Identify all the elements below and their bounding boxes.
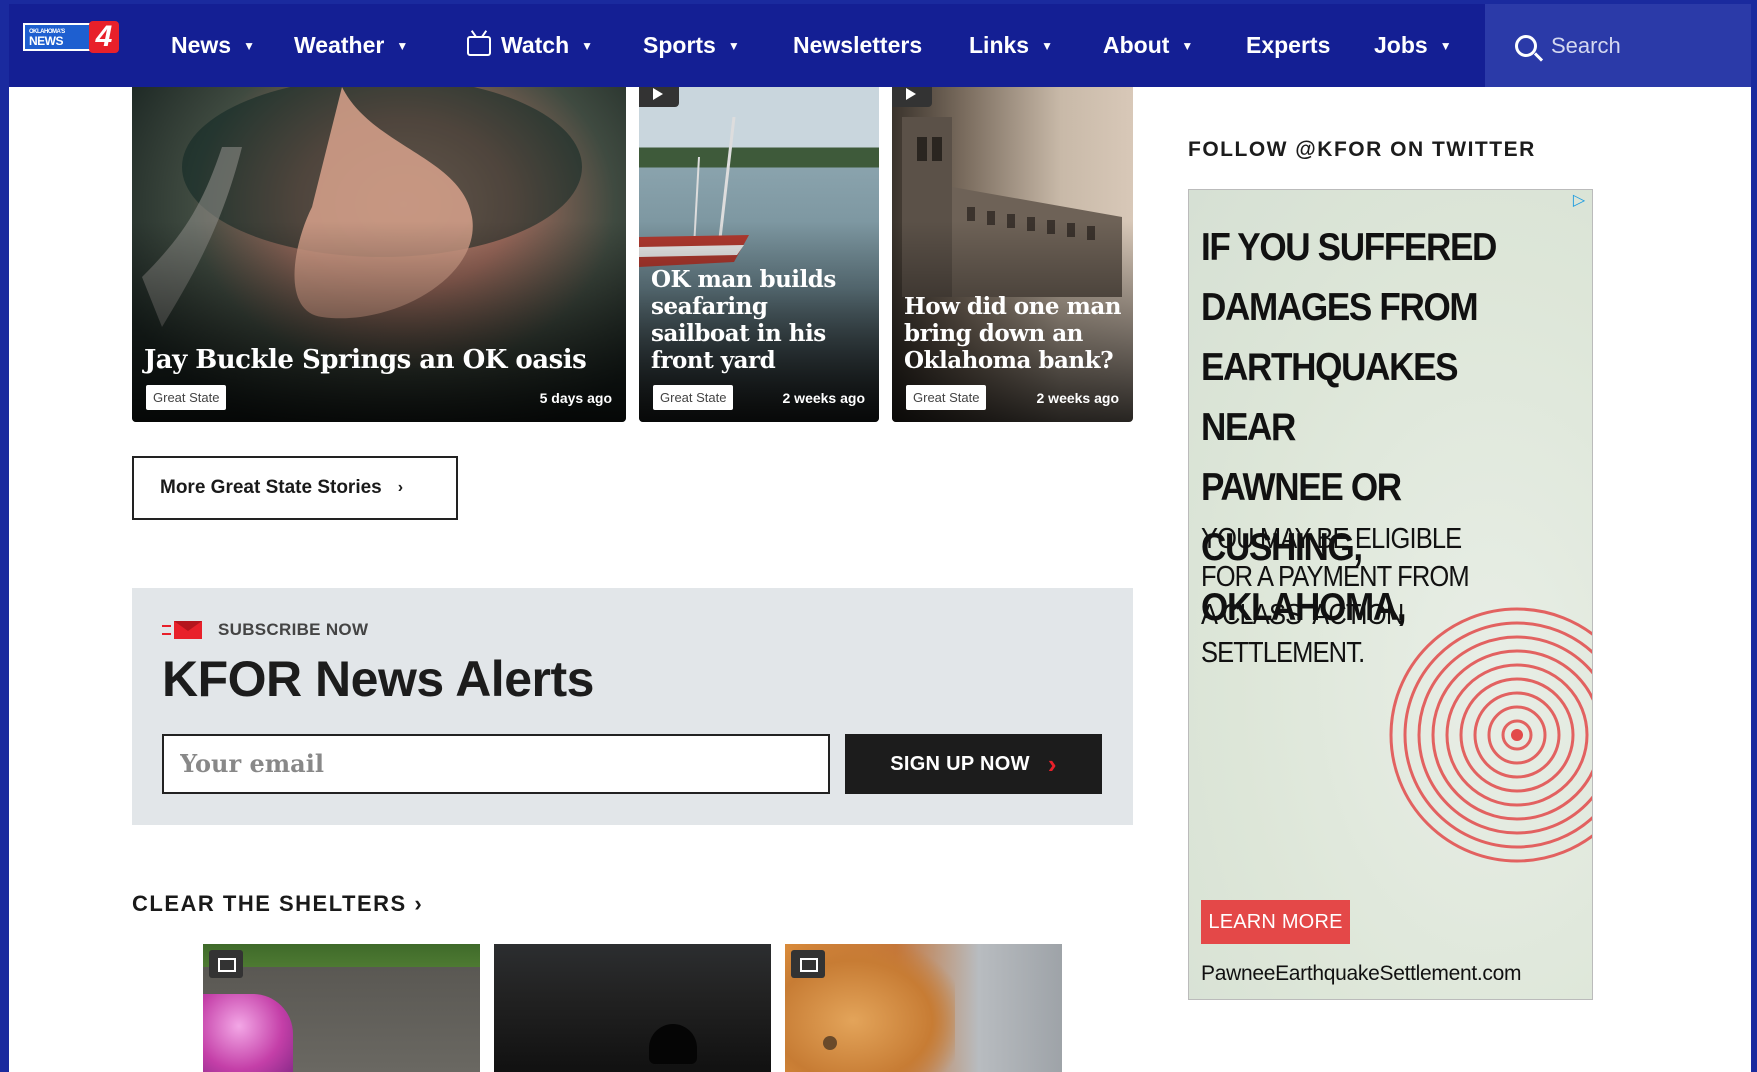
search-icon[interactable] [1515,34,1537,57]
caret-down-icon: ▼ [1439,38,1452,53]
story-title[interactable]: How did one man bring down an Oklahoma b… [904,293,1123,374]
ad-headline-line: IF YOU SUFFERED [1201,226,1497,269]
newsletter-signup: SUBSCRIBE NOW KFOR News Alerts SIGN UP N… [132,588,1133,825]
caret-down-icon: ▼ [243,38,255,53]
story-tag[interactable]: Great State [653,385,734,410]
gallery-icon [209,950,243,978]
story-card[interactable]: OK man builds seafaring sailboat in his … [639,87,879,422]
search-placeholder: Search [1551,32,1621,58]
section-heading-label: CLEAR THE SHELTERS [132,891,407,916]
chevron-right-icon: › [397,479,404,496]
story-time: 5 days ago [539,390,612,406]
shelter-card[interactable] [785,944,1062,1072]
story-title[interactable]: OK man builds seafaring sailboat in his … [651,266,869,374]
logo-wordmark: OKLAHOMA'S NEWS [23,23,93,51]
logo-number: 4 [89,21,119,53]
ad-url[interactable]: PawneeEarthquakeSettlement.com [1201,962,1522,986]
nav-item-label: Weather [294,32,385,58]
logo-main-text: NEWS [29,33,64,48]
nav-item-experts[interactable]: Experts [1246,4,1374,87]
search-box[interactable]: Search [1485,4,1751,87]
mail-icon [162,621,202,639]
email-field[interactable] [162,734,830,794]
nav-item-label: News [171,32,232,58]
nav-menu: News ▼ Weather ▼ Watch ▼ Sports ▼ Newsletter… [171,4,1474,87]
caret-down-icon: ▼ [727,38,740,53]
subscribe-label-text: SUBSCRIBE NOW [218,620,369,639]
newsletter-title: KFOR News Alerts [162,651,594,707]
nav-item-sports[interactable]: Sports ▼ [643,4,793,87]
chevron-right-icon: › [1047,748,1057,779]
site-logo[interactable]: OKLAHOMA'S NEWS 4 [23,18,127,56]
nav-item-label: Jobs [1374,32,1428,58]
gallery-icon [791,950,825,978]
nav-item-newsletters[interactable]: Newsletters [793,4,969,87]
caret-down-icon: ▼ [396,38,409,53]
nav-item-about[interactable]: About ▼ [1103,4,1246,87]
twitter-follow-heading: FOLLOW @KFOR ON TWITTER [1188,138,1536,161]
story-time: 2 weeks ago [782,390,866,406]
shelter-image [203,994,293,1072]
ad-headline-line: EARTHQUAKES NEAR [1201,346,1459,449]
subscribe-label: SUBSCRIBE NOW [162,620,368,640]
top-navigation: OKLAHOMA'S NEWS 4 News ▼ Weather ▼ Watch ▼ … [9,4,1751,87]
sign-up-button[interactable]: SIGN UP NOW › [845,734,1102,794]
story-time: 2 weeks ago [1036,390,1120,406]
seismic-rings-graphic [1389,607,1592,863]
nav-item-label: Newsletters [793,32,923,58]
shelter-card[interactable] [494,944,771,1072]
nav-item-links[interactable]: Links ▼ [969,4,1103,87]
story-tag[interactable]: Great State [906,385,987,410]
chevron-right-icon: › [414,891,424,916]
story-card[interactable]: Jay Buckle Springs an OK oasis Great Sta… [132,87,626,422]
nav-item-watch[interactable]: Watch ▼ [467,4,643,87]
nav-item-label: Sports [643,32,716,58]
story-title[interactable]: Jay Buckle Springs an OK oasis [144,347,616,374]
nav-item-news[interactable]: News ▼ [171,4,294,87]
advertisement[interactable]: ▷ IF YOU SUFFERED DAMAGES FROM EARTHQUAK… [1188,189,1593,1000]
tv-icon [467,35,491,56]
adchoices-icon[interactable]: ▷ [1570,192,1588,210]
learn-more-button[interactable]: LEARN MORE [1201,900,1350,944]
caret-down-icon: ▼ [581,38,594,53]
section-heading-clear-the-shelters[interactable]: CLEAR THE SHELTERS › [132,891,423,917]
story-tag[interactable]: Great State [146,385,227,410]
ad-headline-line: DAMAGES FROM [1201,286,1479,329]
nav-item-label: Experts [1246,32,1331,58]
more-stories-button[interactable]: More Great State Stories › [132,456,458,520]
nav-item-label: Watch [501,32,570,58]
nav-item-jobs[interactable]: Jobs ▼ [1374,4,1474,87]
ad-body-line: FOR A PAYMENT FROM [1201,561,1470,593]
caret-down-icon: ▼ [1181,38,1194,53]
shelter-card[interactable] [203,944,480,1072]
shelter-image [649,1024,697,1064]
play-icon [892,87,932,107]
sign-up-label: SIGN UP NOW [890,752,1030,775]
nav-item-label: Links [969,32,1030,58]
story-card[interactable]: How did one man bring down an Oklahoma b… [892,87,1133,422]
ad-body-line: YOU MAY BE ELIGIBLE [1201,523,1462,555]
nav-item-weather[interactable]: Weather ▼ [294,4,467,87]
nav-item-label: About [1103,32,1170,58]
play-icon [639,87,679,107]
caret-down-icon: ▼ [1041,38,1053,53]
kitten-eye [823,1036,837,1050]
more-stories-label: More Great State Stories [160,477,382,498]
